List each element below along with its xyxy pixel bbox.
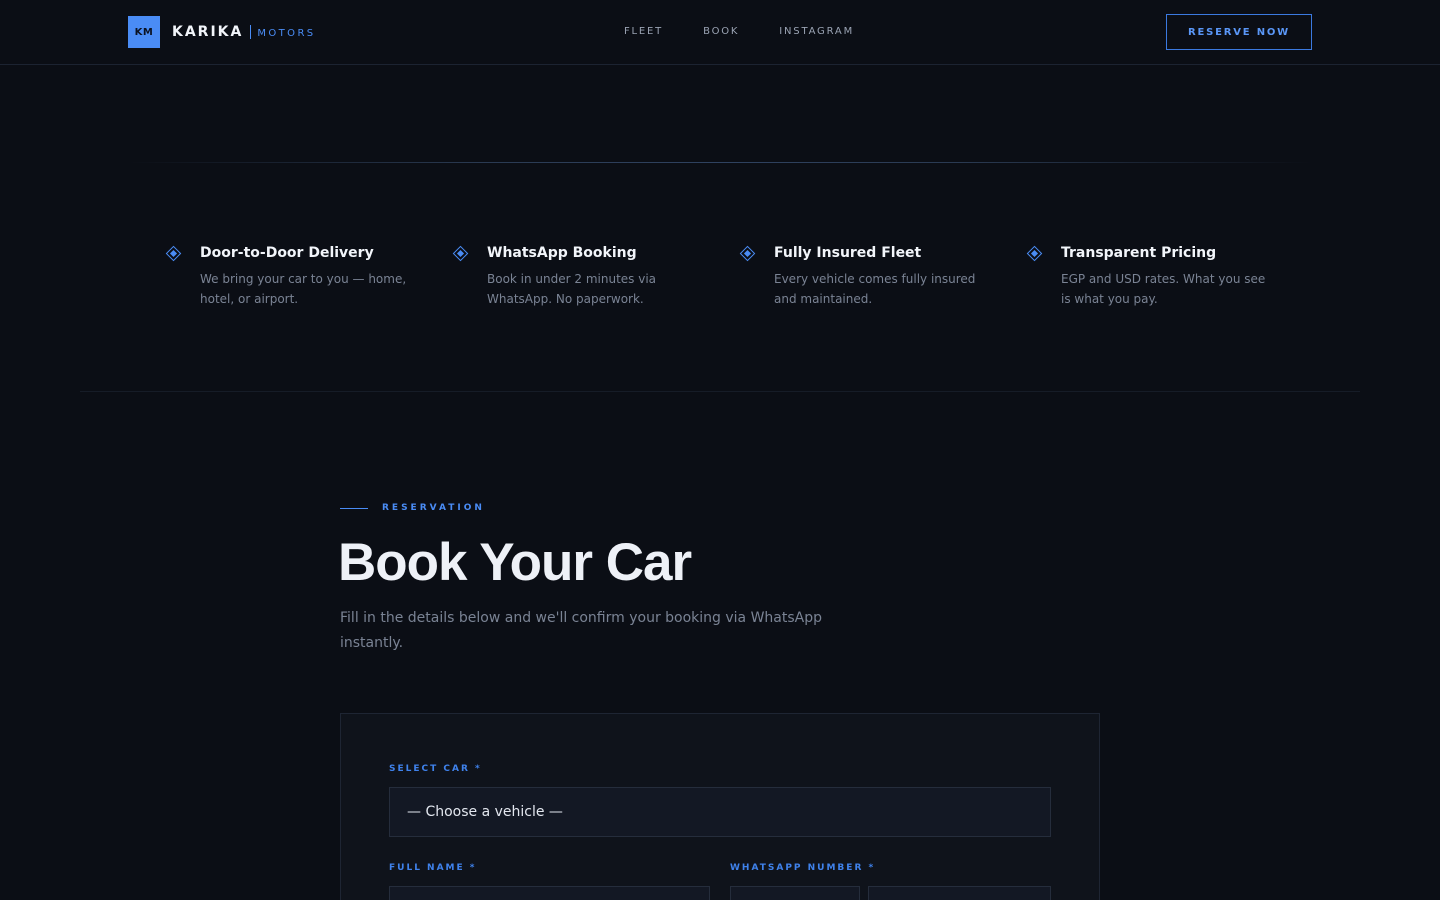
- eyebrow-line: [340, 507, 368, 509]
- feature-text: EGP and USD rates. What you see is what …: [1061, 272, 1266, 306]
- feature-text: Book in under 2 minutes via WhatsApp. No…: [487, 272, 657, 306]
- full-name-label: FULL NAME *: [389, 863, 477, 873]
- select-car-value: — Choose a vehicle —: [407, 804, 563, 820]
- nav-link-instagram[interactable]: INSTAGRAM: [779, 24, 854, 40]
- brand-logo[interactable]: KM KARIKA MOTORS: [128, 16, 316, 48]
- feature-title: WhatsApp Booking: [487, 245, 637, 261]
- feature-text: Every vehicle comes fully insured and ma…: [774, 272, 976, 306]
- whatsapp-number-label: WHATSAPP NUMBER *: [730, 863, 876, 873]
- nav-link-fleet[interactable]: FLEET: [624, 24, 663, 40]
- brand-name: KARIKA: [172, 24, 244, 40]
- section-divider: [80, 391, 1360, 392]
- main-nav: FLEET BOOK INSTAGRAM: [624, 24, 854, 40]
- diamond-icon: [452, 245, 469, 262]
- country-code-input[interactable]: [730, 886, 860, 900]
- section-subtitle: Fill in the details below and we'll conf…: [340, 610, 823, 651]
- feature-text: We bring your car to you — home, hotel, …: [200, 272, 407, 306]
- diamond-icon: [1026, 245, 1043, 262]
- booking-form: SELECT CAR * — Choose a vehicle — FULL N…: [340, 713, 1100, 900]
- select-car-dropdown[interactable]: — Choose a vehicle —: [389, 787, 1051, 837]
- feature-title: Fully Insured Fleet: [774, 245, 922, 261]
- select-car-label: SELECT CAR *: [389, 764, 482, 774]
- feature-title: Transparent Pricing: [1061, 245, 1217, 261]
- diamond-icon: [165, 245, 182, 262]
- diamond-icon: [739, 245, 756, 262]
- section-eyebrow: RESERVATION: [340, 503, 485, 513]
- site-header: KM KARIKA MOTORS FLEET BOOK INSTAGRAM RE…: [0, 0, 1440, 65]
- reserve-now-button[interactable]: RESERVE NOW: [1166, 14, 1312, 50]
- features-row: Door-to-Door Delivery We bring your car …: [165, 243, 1286, 323]
- nav-link-book[interactable]: BOOK: [703, 24, 739, 40]
- brand-subtitle: MOTORS: [257, 28, 316, 39]
- feature-title: Door-to-Door Delivery: [200, 245, 374, 261]
- eyebrow-label: RESERVATION: [382, 503, 485, 513]
- full-name-input[interactable]: [389, 886, 710, 900]
- page: KM KARIKA MOTORS FLEET BOOK INSTAGRAM RE…: [0, 0, 1440, 900]
- logo-mark: KM: [128, 16, 160, 48]
- logo-divider: [250, 25, 252, 39]
- divider: [128, 162, 1312, 163]
- whatsapp-number-input[interactable]: [868, 886, 1051, 900]
- page-title: Book Your Car: [338, 533, 692, 592]
